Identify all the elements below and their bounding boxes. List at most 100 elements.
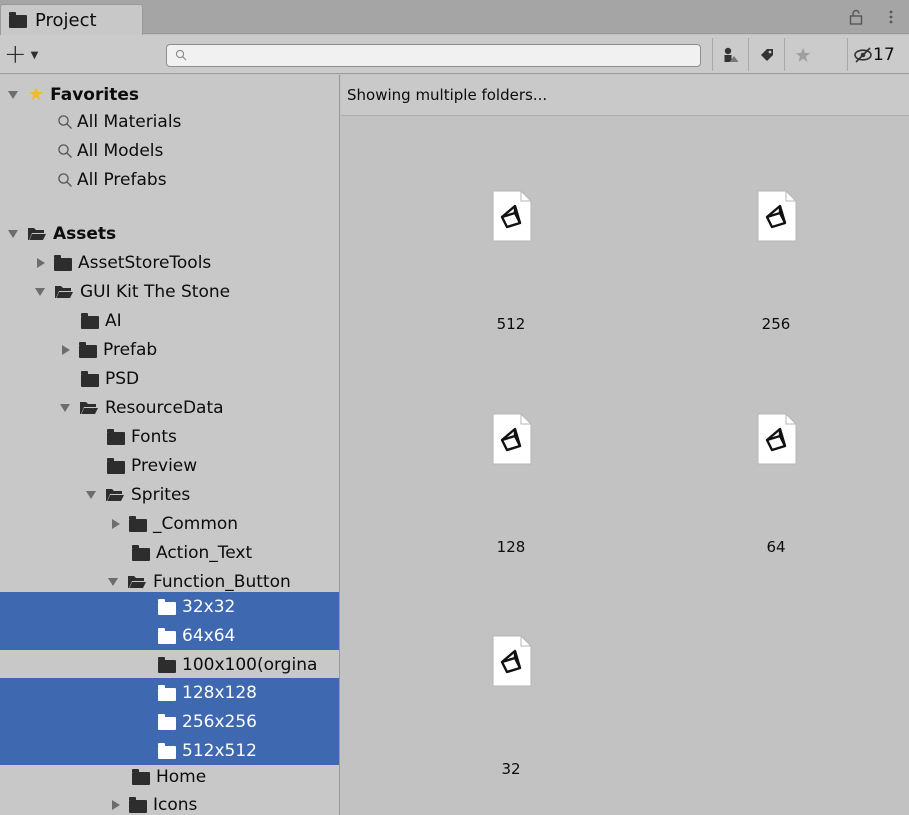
tab-label: Project: [35, 9, 97, 31]
folder-open-icon: [105, 487, 125, 502]
tab-project[interactable]: Project: [0, 4, 143, 35]
project-tree: ★ Favorites All Materials All Models All…: [0, 75, 340, 815]
asset-label: 128: [496, 538, 526, 556]
tree-item-gui-kit-the-stone[interactable]: GUI Kit The Stone: [0, 277, 339, 306]
folder-open-icon: [79, 400, 99, 415]
tree-item-assetstoretools[interactable]: AssetStoreTools: [0, 248, 339, 277]
folder-icon: [158, 684, 176, 701]
search-field[interactable]: [166, 44, 701, 67]
tree-item-common[interactable]: _Common: [0, 509, 339, 538]
folder-open-icon: [54, 284, 74, 299]
tree-item-100x100[interactable]: 100x100(orgina: [0, 650, 339, 679]
expand-arrow-icon[interactable]: [62, 344, 70, 355]
chevron-down-icon: ▼: [30, 50, 39, 61]
tree-item-label: 64x64: [182, 625, 236, 646]
folder-icon: [158, 598, 176, 615]
star-icon: [795, 47, 810, 62]
tree-item-label: Assets: [53, 223, 117, 244]
tree-item-label: 128x128: [182, 682, 257, 703]
tree-item-psd[interactable]: PSD: [0, 364, 339, 393]
search-icon: [58, 143, 72, 158]
tag-icon: [760, 48, 773, 61]
tree-item-label: 32x32: [182, 596, 236, 617]
folder-icon: [9, 12, 27, 28]
folder-icon: [81, 370, 99, 387]
tree-item-label: 256x256: [182, 711, 257, 732]
tree-item-preview[interactable]: Preview: [0, 451, 339, 480]
tree-item-label: Prefab: [103, 339, 158, 360]
tree-item-action-text[interactable]: Action_Text: [0, 538, 339, 567]
tree-item-label: GUI Kit The Stone: [80, 281, 231, 302]
unity-scene-file-icon: [492, 413, 532, 465]
tree-item-assets[interactable]: Assets: [0, 219, 339, 248]
folder-icon: [81, 312, 99, 329]
asset-item[interactable]: 64: [726, 413, 826, 593]
asset-item[interactable]: 256: [726, 190, 826, 370]
folder-open-icon: [127, 574, 147, 589]
expand-arrow-icon[interactable]: [112, 518, 120, 529]
folder-icon: [158, 713, 176, 730]
expand-arrow-icon[interactable]: [112, 799, 120, 810]
tree-item-128x128[interactable]: 128x128: [0, 678, 339, 707]
favorite-label: All Prefabs: [77, 169, 167, 190]
expand-arrow-icon[interactable]: [60, 403, 70, 412]
search-by-type-button[interactable]: [712, 38, 748, 71]
tree-item-label: ResourceData: [105, 397, 224, 418]
asset-label: 256: [761, 315, 791, 333]
tab-bar: Project: [0, 0, 909, 35]
tree-item-icons[interactable]: Icons: [0, 790, 339, 815]
favorite-all-models[interactable]: All Models: [0, 136, 339, 165]
create-button[interactable]: + ▼: [4, 40, 48, 68]
expand-arrow-icon[interactable]: [86, 490, 96, 499]
expand-arrow-icon[interactable]: [35, 287, 45, 296]
tree-item-home[interactable]: Home: [0, 762, 339, 791]
unity-scene-file-icon: [492, 190, 532, 242]
tree-item-fonts[interactable]: Fonts: [0, 422, 339, 451]
tree-item-sprites[interactable]: Sprites: [0, 480, 339, 509]
tree-item-label: AssetStoreTools: [78, 252, 212, 273]
folder-icon: [158, 742, 176, 759]
hidden-packages-count: 17: [873, 44, 895, 65]
tree-item-64x64[interactable]: 64x64: [0, 621, 339, 650]
asset-item[interactable]: 512: [461, 190, 561, 370]
tree-item-prefab[interactable]: Prefab: [0, 335, 339, 364]
asset-item[interactable]: 128: [461, 413, 561, 593]
expand-arrow-icon[interactable]: [37, 257, 45, 268]
create-label: +: [4, 38, 27, 70]
unity-scene-file-icon: [492, 635, 532, 687]
search-by-label-button[interactable]: [748, 38, 784, 71]
tree-item-label: 100x100(orgina: [182, 654, 318, 675]
tree-item-label: Action_Text: [156, 542, 253, 563]
favorite-all-materials[interactable]: All Materials: [0, 107, 339, 136]
tree-item-label: 512x512: [182, 740, 257, 761]
tree-item-512x512[interactable]: 512x512: [0, 736, 339, 765]
tree-item-favorites[interactable]: ★ Favorites: [0, 80, 339, 109]
shapes-icon: [724, 47, 738, 62]
tree-item-32x32[interactable]: 32x32: [0, 592, 339, 621]
unity-scene-file-icon: [757, 190, 797, 242]
folder-icon: [158, 656, 176, 673]
lock-icon[interactable]: [849, 9, 863, 25]
tree-item-resourcedata[interactable]: ResourceData: [0, 393, 339, 422]
asset-label: 32: [501, 760, 521, 778]
expand-arrow-icon[interactable]: [108, 577, 118, 586]
hidden-packages-toggle[interactable]: 17: [847, 38, 909, 71]
folder-icon: [107, 428, 125, 445]
asset-item[interactable]: 32: [461, 635, 561, 815]
more-options-icon[interactable]: [887, 9, 895, 25]
favorite-all-prefabs[interactable]: All Prefabs: [0, 165, 339, 194]
search-icon: [58, 114, 72, 129]
toolbar: + ▼ 17: [0, 35, 909, 74]
search-icon: [58, 172, 72, 187]
expand-arrow-icon[interactable]: [8, 90, 18, 99]
tree-item-256x256[interactable]: 256x256: [0, 707, 339, 736]
expand-arrow-icon[interactable]: [8, 229, 18, 238]
asset-grid-panel: Showing multiple folders... 512 256 128: [341, 75, 909, 815]
tree-item-label: Home: [156, 766, 207, 787]
favorite-label: All Models: [77, 140, 164, 161]
tree-item-label: Preview: [131, 455, 198, 476]
tree-item-ai[interactable]: AI: [0, 306, 339, 335]
folder-icon: [132, 768, 150, 785]
favorites-filter-button[interactable]: [784, 38, 820, 71]
tree-item-label: _Common: [153, 513, 239, 534]
